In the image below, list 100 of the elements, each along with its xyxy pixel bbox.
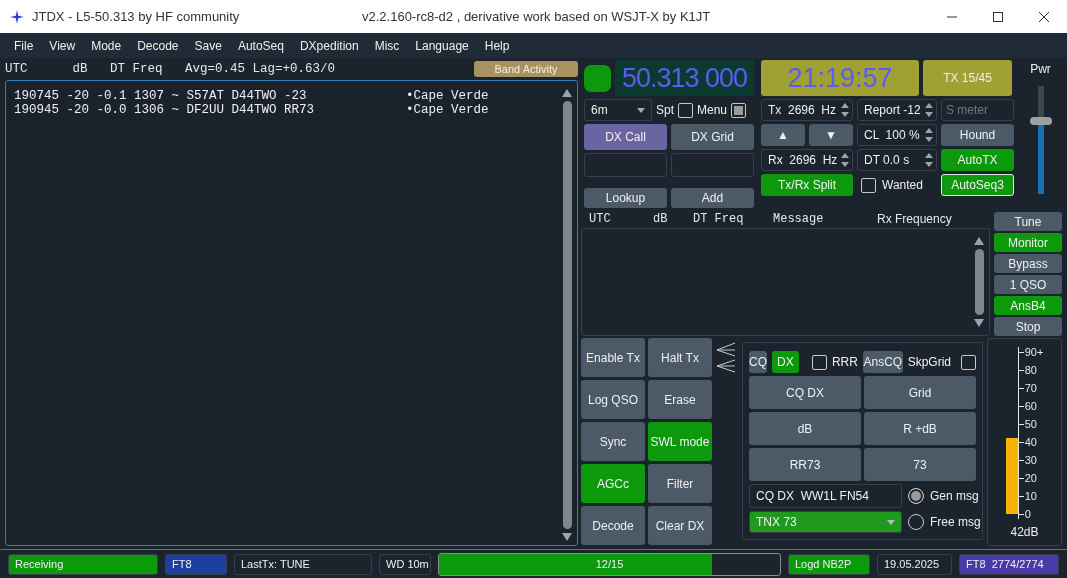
dx-grid-button[interactable]: DX Grid bbox=[671, 124, 754, 150]
menu-item[interactable]: Save bbox=[186, 38, 230, 53]
report-field[interactable]: Report -12 bbox=[857, 99, 937, 121]
dx-grid-field[interactable] bbox=[671, 153, 754, 177]
checkbox[interactable] bbox=[811, 354, 827, 370]
progress-text: 12/15 bbox=[595, 558, 624, 570]
control-button[interactable]: Sync bbox=[581, 422, 645, 461]
dx-button[interactable]: DX bbox=[772, 351, 799, 373]
scale-label: 20 bbox=[1024, 473, 1037, 483]
control-button[interactable]: Decode bbox=[581, 506, 645, 545]
toggle-button[interactable]: Monitor bbox=[994, 233, 1062, 252]
scale-label: 0 bbox=[1024, 509, 1031, 519]
wanted-label: Wanted bbox=[882, 178, 923, 192]
decode-line[interactable]: 190945 -20 -0.0 1306 ~ DF2UU D44TWO RR73 bbox=[14, 103, 406, 117]
control-button[interactable]: AGCc bbox=[581, 464, 645, 503]
decode-line[interactable]: 190745 -20 -0.1 1307 ~ S57AT D44TWO -23 bbox=[14, 89, 406, 103]
message-button[interactable]: R +dB bbox=[864, 412, 976, 445]
tx-rx-split-button[interactable]: Tx/Rx Split bbox=[761, 174, 853, 196]
toggle-button[interactable]: AnsB4 bbox=[994, 296, 1062, 315]
rx-frequency-field[interactable]: Rx 2696 Hz bbox=[761, 149, 853, 171]
autoseq-button[interactable]: AutoSeq3 bbox=[941, 174, 1014, 196]
column-headers: UTC dB DT Freq Avg=0.45 Lag=+0.63/0 bbox=[5, 62, 336, 76]
menu-item[interactable]: File bbox=[6, 38, 42, 53]
window-title: JTDX - L5-50.313 by HF community bbox=[32, 9, 241, 24]
dx-call-button[interactable]: DX Call bbox=[584, 124, 667, 150]
dx-call-field[interactable] bbox=[584, 153, 667, 177]
add-button[interactable]: Add bbox=[671, 188, 754, 208]
status-field: Receiving bbox=[8, 553, 158, 575]
message-button[interactable]: 73 bbox=[864, 448, 976, 481]
control-button[interactable]: SWL mode bbox=[648, 422, 712, 461]
hound-button[interactable]: Hound bbox=[941, 124, 1014, 146]
radio-button[interactable] bbox=[908, 488, 924, 504]
caret-icon bbox=[637, 107, 645, 113]
spin-arrows-icon bbox=[925, 152, 933, 168]
s-meter-field[interactable]: S meter bbox=[941, 99, 1014, 121]
menu-item[interactable]: Language bbox=[407, 38, 477, 53]
scale-label: 70 bbox=[1024, 383, 1037, 393]
column-header: Message bbox=[773, 212, 825, 226]
message-button[interactable]: Grid bbox=[864, 376, 976, 409]
skpgrid-label: SkpGrid bbox=[907, 355, 951, 369]
menu-label: Menu bbox=[697, 103, 728, 117]
scroll-up-icon[interactable] bbox=[562, 89, 572, 97]
dt-field[interactable]: DT 0.0 s bbox=[857, 149, 937, 171]
checkbox[interactable] bbox=[961, 354, 976, 370]
column-header: DT Freq bbox=[693, 212, 745, 226]
menu-item[interactable]: Decode bbox=[129, 38, 187, 53]
anscq-button[interactable]: AnsCQ bbox=[862, 351, 903, 373]
country-name: •Cape Verde bbox=[406, 89, 489, 103]
control-button[interactable]: Enable Tx bbox=[581, 338, 645, 377]
menu-item[interactable]: Help bbox=[476, 38, 518, 53]
checkbox[interactable] bbox=[678, 102, 693, 118]
toggle-button[interactable]: 1 QSO bbox=[994, 275, 1062, 294]
auto-tx-button[interactable]: AutoTX bbox=[941, 149, 1014, 171]
menu-item[interactable]: AutoSeq bbox=[229, 38, 292, 53]
spin-arrows-icon bbox=[841, 152, 849, 168]
scale-label: 30 bbox=[1024, 455, 1037, 465]
frequency-down-button[interactable]: ▼ bbox=[809, 124, 853, 146]
menu-item[interactable]: Mode bbox=[83, 38, 130, 53]
slider-handle[interactable] bbox=[1029, 116, 1052, 125]
column-header: UTC bbox=[589, 212, 612, 226]
control-button[interactable]: Halt Tx bbox=[648, 338, 712, 377]
scroll-down-icon[interactable] bbox=[562, 533, 572, 541]
frequency-up-button[interactable]: ▲ bbox=[761, 124, 805, 146]
control-button[interactable]: Erase bbox=[648, 380, 712, 419]
rrr-label: RRR bbox=[831, 355, 858, 369]
checkbox[interactable] bbox=[861, 177, 876, 193]
toggle-button[interactable]: Stop bbox=[994, 317, 1062, 336]
scale-label: 90+ bbox=[1024, 347, 1044, 357]
cq-button[interactable]: CQ bbox=[749, 351, 768, 373]
scrollbar-thumb[interactable] bbox=[974, 249, 984, 315]
menu-item[interactable]: View bbox=[41, 38, 84, 53]
maximize-icon bbox=[993, 11, 1003, 22]
toggle-button[interactable]: Bypass bbox=[994, 254, 1062, 273]
band-select[interactable]: 6m bbox=[584, 99, 652, 121]
scale-label: 40 bbox=[1024, 437, 1037, 447]
generated-message-field[interactable]: CQ DX WW1L FN54 bbox=[749, 484, 902, 508]
message-button[interactable]: RR73 bbox=[749, 448, 861, 481]
lookup-button[interactable]: Lookup bbox=[584, 188, 667, 208]
status-field: FT8 bbox=[165, 553, 227, 575]
scroll-down-icon[interactable] bbox=[974, 319, 984, 327]
column-header: dB bbox=[653, 212, 669, 226]
column-header: Rx Frequency bbox=[877, 212, 953, 226]
scroll-up-icon[interactable] bbox=[974, 237, 984, 245]
control-button[interactable]: Clear DX bbox=[648, 506, 712, 545]
control-button[interactable]: Log QSO bbox=[581, 380, 645, 419]
scale-label: 10 bbox=[1024, 491, 1037, 501]
toggle-button[interactable]: Tune bbox=[994, 212, 1062, 231]
status-field: LastTx: TUNE bbox=[234, 553, 372, 575]
menu-item[interactable]: Misc bbox=[366, 38, 408, 53]
scrollbar-thumb[interactable] bbox=[562, 101, 572, 529]
cl-field[interactable]: CL 100 % bbox=[857, 124, 937, 146]
message-button[interactable]: CQ DX bbox=[749, 376, 861, 409]
scale-label: 80 bbox=[1024, 365, 1037, 375]
menu-item[interactable]: DXpedition bbox=[291, 38, 367, 53]
message-button[interactable]: dB bbox=[749, 412, 861, 445]
control-button[interactable]: Filter bbox=[648, 464, 712, 503]
free-message-select[interactable]: TNX 73 bbox=[749, 511, 902, 533]
tx-frequency-field[interactable]: Tx 2696 Hz bbox=[761, 99, 853, 121]
checkbox[interactable] bbox=[731, 102, 747, 118]
power-label: Pwr bbox=[1030, 62, 1051, 76]
